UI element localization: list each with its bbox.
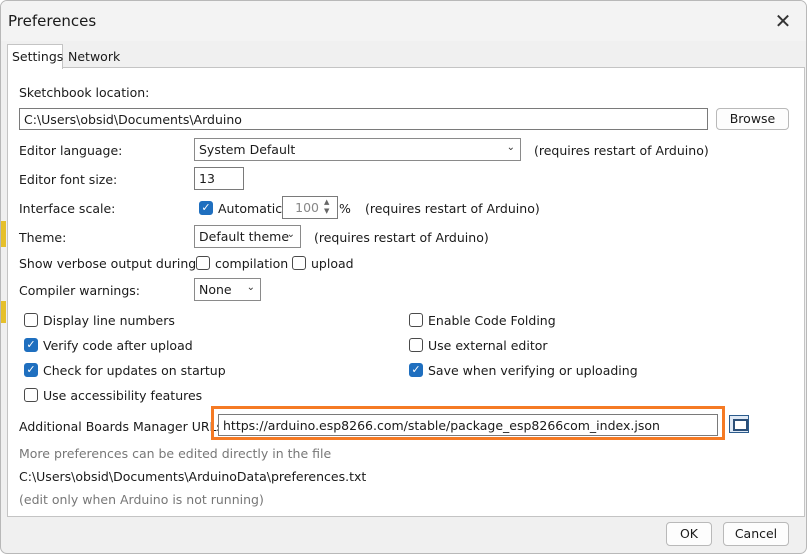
theme-restart-note: (requires restart of Arduino) bbox=[314, 230, 489, 245]
accessibility-label: Use accessibility features bbox=[43, 388, 203, 403]
more-prefs-note: More preferences can be edited directly … bbox=[19, 446, 332, 461]
window-icon[interactable] bbox=[729, 415, 749, 433]
restart-note: (requires restart of Arduino) bbox=[534, 143, 709, 158]
browse-button[interactable]: Browse bbox=[716, 108, 789, 130]
theme-label: Theme: bbox=[19, 230, 67, 245]
check-icon: ✓ bbox=[26, 363, 36, 376]
tab-settings[interactable]: Settings bbox=[7, 44, 63, 69]
close-icon: ✕ bbox=[774, 9, 792, 33]
spinner-arrows-icon[interactable]: ▲ ▼ bbox=[324, 198, 329, 216]
display-line-numbers-checkbox[interactable] bbox=[24, 313, 38, 327]
enable-code-folding-checkbox[interactable] bbox=[409, 313, 423, 327]
external-editor-label: Use external editor bbox=[428, 338, 548, 353]
background-edge bbox=[1, 301, 6, 323]
theme-select[interactable]: Default theme ⌄ bbox=[194, 225, 301, 248]
interface-scale-label: Interface scale: bbox=[19, 201, 116, 216]
highlight-box bbox=[211, 406, 725, 440]
check-icon: ✓ bbox=[201, 201, 211, 214]
upload-checkbox[interactable] bbox=[292, 256, 306, 270]
preferences-window: Preferences ✕ Settings Network Sketchboo… bbox=[0, 0, 807, 554]
tab-settings-label: Settings bbox=[12, 49, 64, 64]
boards-urls-label: Additional Boards Manager URLs: bbox=[19, 419, 228, 434]
automatic-label: Automatic bbox=[218, 201, 283, 216]
close-button[interactable]: ✕ bbox=[765, 7, 801, 35]
verbose-label: Show verbose output during: bbox=[19, 256, 201, 271]
compilation-label: compilation bbox=[215, 256, 289, 271]
window-title: Preferences bbox=[8, 12, 97, 30]
external-editor-checkbox[interactable] bbox=[409, 338, 423, 352]
background-edge bbox=[1, 221, 6, 247]
editor-language-value: System Default bbox=[199, 142, 296, 157]
title-bar: Preferences ✕ bbox=[1, 1, 806, 41]
save-when-verifying-label: Save when verifying or uploading bbox=[428, 363, 638, 378]
chevron-down-icon: ⌄ bbox=[506, 142, 515, 153]
display-line-numbers-label: Display line numbers bbox=[43, 313, 175, 328]
percent-label: % bbox=[339, 201, 351, 216]
enable-code-folding-label: Enable Code Folding bbox=[428, 313, 556, 328]
theme-value: Default theme bbox=[199, 229, 290, 244]
chevron-down-icon: ⌄ bbox=[246, 282, 255, 293]
edit-note: (edit only when Arduino is not running) bbox=[19, 492, 264, 507]
compiler-warnings-select[interactable]: None ⌄ bbox=[194, 278, 261, 301]
scale-restart-note: (requires restart of Arduino) bbox=[365, 201, 540, 216]
scale-input[interactable]: 100 bbox=[282, 196, 338, 219]
verify-code-checkbox[interactable]: ✓ bbox=[24, 338, 38, 352]
compiler-warnings-label: Compiler warnings: bbox=[19, 283, 141, 298]
ok-button[interactable]: OK bbox=[666, 522, 712, 546]
cancel-button[interactable]: Cancel bbox=[723, 522, 789, 546]
font-size-label: Editor font size: bbox=[19, 172, 118, 187]
check-icon: ✓ bbox=[26, 338, 36, 351]
tab-network-label: Network bbox=[68, 49, 121, 64]
upload-label: upload bbox=[311, 256, 354, 271]
editor-language-select[interactable]: System Default ⌄ bbox=[194, 138, 521, 161]
verify-code-label: Verify code after upload bbox=[43, 338, 193, 353]
prefs-path[interactable]: C:\Users\obsid\Documents\ArduinoData\pre… bbox=[19, 469, 366, 484]
font-size-input[interactable]: 13 bbox=[194, 167, 244, 190]
chevron-down-icon: ⌄ bbox=[286, 229, 295, 240]
sketchbook-label: Sketchbook location: bbox=[19, 85, 150, 100]
save-when-verifying-checkbox[interactable]: ✓ bbox=[409, 363, 423, 377]
tab-network[interactable]: Network bbox=[64, 47, 124, 67]
sketchbook-path-input[interactable]: C:\Users\obsid\Documents\Arduino bbox=[19, 108, 708, 130]
compilation-checkbox[interactable] bbox=[196, 256, 210, 270]
editor-language-label: Editor language: bbox=[19, 143, 123, 158]
automatic-checkbox[interactable]: ✓ bbox=[199, 201, 213, 215]
compiler-warnings-value: None bbox=[199, 282, 232, 297]
check-icon: ✓ bbox=[411, 363, 421, 376]
settings-panel: Sketchbook location: C:\Users\obsid\Docu… bbox=[7, 67, 805, 517]
check-updates-checkbox[interactable]: ✓ bbox=[24, 363, 38, 377]
check-updates-label: Check for updates on startup bbox=[43, 363, 226, 378]
accessibility-checkbox[interactable] bbox=[24, 388, 38, 402]
